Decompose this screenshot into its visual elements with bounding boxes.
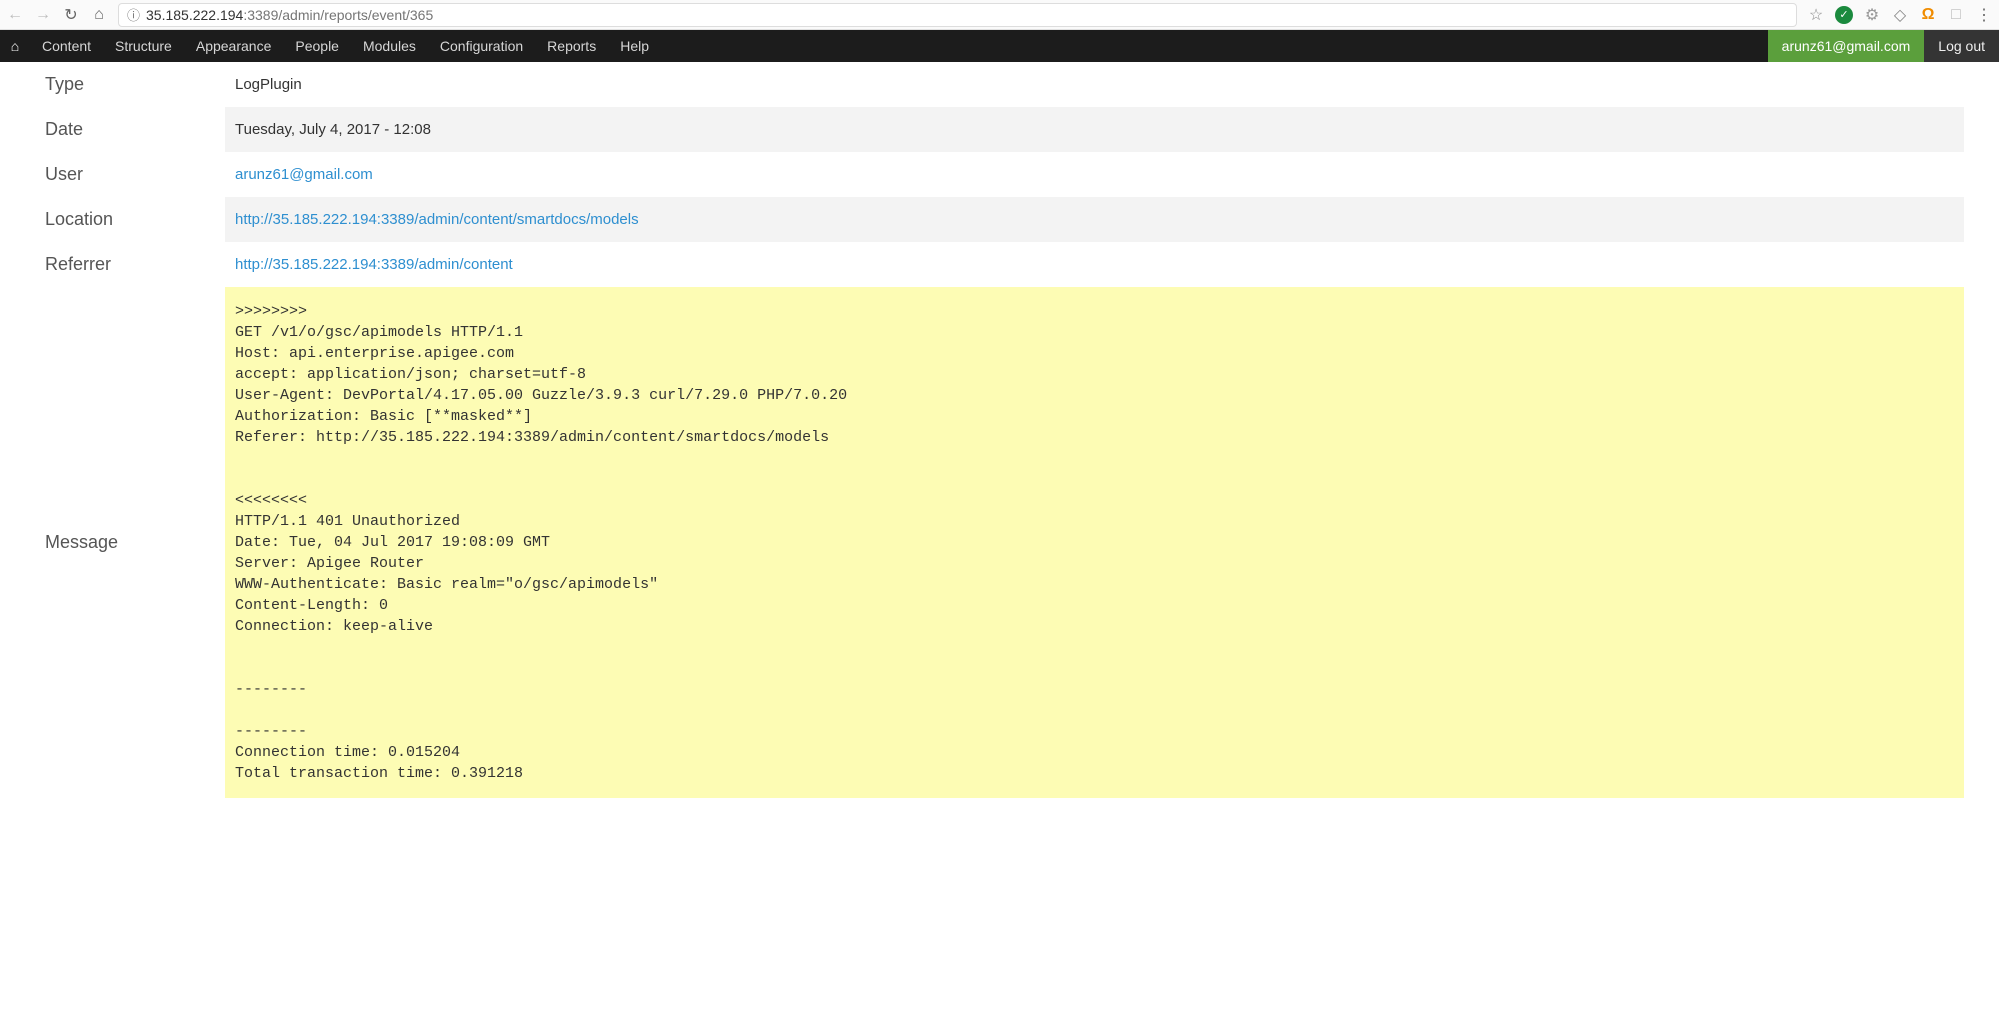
location-link[interactable]: http://35.185.222.194:3389/admin/content…	[235, 211, 639, 228]
info-icon: ⓘ	[127, 5, 140, 24]
nav-help[interactable]: Help	[608, 30, 661, 62]
user-label: User	[35, 152, 225, 197]
orange-extension-icon[interactable]: Ω	[1919, 6, 1937, 24]
home-button[interactable]: ⌂	[90, 6, 108, 24]
diamond-extension-icon[interactable]: ◇	[1891, 6, 1909, 24]
admin-user-label[interactable]: arunz61@gmail.com	[1768, 30, 1925, 62]
user-link[interactable]: arunz61@gmail.com	[235, 166, 373, 183]
message-label: Message	[35, 287, 225, 798]
type-label: Type	[35, 62, 225, 107]
back-button[interactable]: ←	[6, 6, 24, 24]
menu-icon[interactable]: ⋮	[1975, 6, 1993, 24]
type-value: LogPlugin	[225, 62, 1964, 107]
address-bar[interactable]: ⓘ 35.185.222.194:3389/admin/reports/even…	[118, 3, 1797, 27]
logout-link[interactable]: Log out	[1924, 30, 1999, 62]
log-detail-content: Type LogPlugin Date Tuesday, July 4, 201…	[0, 62, 1999, 818]
nav-modules[interactable]: Modules	[351, 30, 428, 62]
forward-button[interactable]: →	[34, 6, 52, 24]
date-label: Date	[35, 107, 225, 152]
star-icon[interactable]: ☆	[1807, 6, 1825, 24]
referrer-link[interactable]: http://35.185.222.194:3389/admin/content	[235, 256, 513, 273]
browser-toolbar: ← → ↻ ⌂ ⓘ 35.185.222.194:3389/admin/repo…	[0, 0, 1999, 30]
message-body: >>>>>>>> GET /v1/o/gsc/apimodels HTTP/1.…	[225, 287, 1964, 798]
nav-reports[interactable]: Reports	[535, 30, 608, 62]
nav-appearance[interactable]: Appearance	[184, 30, 284, 62]
referrer-label: Referrer	[35, 242, 225, 287]
nav-people[interactable]: People	[283, 30, 351, 62]
check-extension-icon[interactable]: ✓	[1835, 6, 1853, 24]
nav-structure[interactable]: Structure	[103, 30, 184, 62]
grey-extension-icon[interactable]: □	[1947, 6, 1965, 24]
nav-content[interactable]: Content	[30, 30, 103, 62]
admin-toolbar: ⌂ Content Structure Appearance People Mo…	[0, 30, 1999, 62]
admin-home-icon[interactable]: ⌂	[0, 38, 30, 54]
log-detail-table: Type LogPlugin Date Tuesday, July 4, 201…	[35, 62, 1964, 798]
url-path: :3389/admin/reports/event/365	[243, 7, 433, 23]
date-value: Tuesday, July 4, 2017 - 12:08	[225, 107, 1964, 152]
ghost-extension-icon[interactable]: ⚙	[1863, 6, 1881, 24]
nav-configuration[interactable]: Configuration	[428, 30, 535, 62]
location-label: Location	[35, 197, 225, 242]
url-host: 35.185.222.194	[146, 7, 243, 23]
reload-button[interactable]: ↻	[62, 6, 80, 24]
extension-icons: ☆ ✓ ⚙ ◇ Ω □ ⋮	[1807, 6, 1993, 24]
